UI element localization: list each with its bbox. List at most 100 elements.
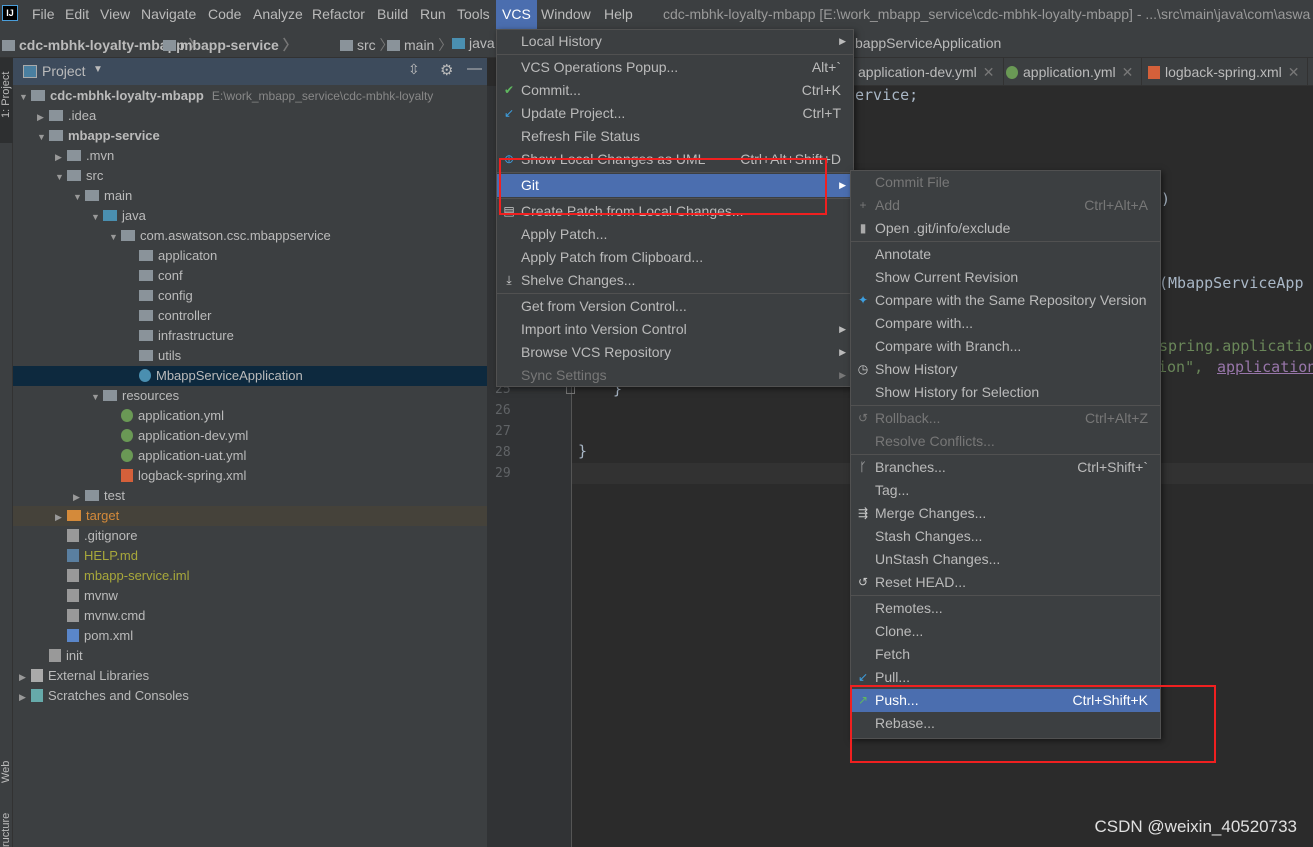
menu-item-compare-with[interactable]: Compare with...: [851, 312, 1160, 335]
gear-icon[interactable]: ⚙: [440, 61, 453, 79]
menu-run[interactable]: Run: [420, 6, 446, 22]
tree-item[interactable]: mvnw: [13, 586, 487, 606]
menu-item-merge-changes[interactable]: ⇶ Merge Changes...: [851, 502, 1160, 525]
structure-tool-button[interactable]: ructure: [0, 803, 13, 847]
menu-navigate[interactable]: Navigate: [141, 6, 196, 22]
menu-file[interactable]: File: [32, 6, 55, 22]
menu-item-tag[interactable]: Tag...: [851, 479, 1160, 502]
menu-refactor[interactable]: Refactor: [312, 6, 365, 22]
tree-item[interactable]: HELP.md: [13, 546, 487, 566]
expand-arrow-icon[interactable]: ▼: [37, 127, 49, 147]
editor-tab[interactable]: application.yml ✕: [998, 58, 1143, 86]
menu-item-import-into-version-control[interactable]: Import into Version Control ▶: [497, 318, 853, 341]
expand-arrow-icon[interactable]: ▼: [55, 167, 67, 187]
menu-item-local-history[interactable]: Local History ▶: [497, 30, 853, 53]
expand-arrow-icon[interactable]: ▼: [73, 187, 85, 207]
editor-tab[interactable]: application-dev.yml ✕: [850, 58, 1004, 86]
menu-view[interactable]: View: [100, 6, 130, 22]
tree-item[interactable]: mvnw.cmd: [13, 606, 487, 626]
tree-item[interactable]: pom.xml: [13, 626, 487, 646]
close-icon[interactable]: ✕: [1122, 64, 1134, 80]
menu-item-shelve-changes[interactable]: ⤓ Shelve Changes...: [497, 269, 853, 292]
menu-item-get-from-version-control[interactable]: Get from Version Control...: [497, 295, 853, 318]
breadcrumb-file[interactable]: bappServiceApplication: [855, 35, 1001, 51]
tree-item[interactable]: ▼ src: [13, 166, 487, 186]
expand-arrow-icon[interactable]: ▼: [91, 207, 103, 227]
tree-item[interactable]: applicaton: [13, 246, 487, 266]
menu-item-update-project[interactable]: ↙ Update Project... Ctrl+T: [497, 102, 853, 125]
tree-item[interactable]: init: [13, 646, 487, 666]
tree-item[interactable]: application-uat.yml: [13, 446, 487, 466]
collapse-arrow-icon[interactable]: ▶: [37, 107, 49, 127]
expand-arrow-icon[interactable]: ▼: [109, 227, 121, 247]
tree-item[interactable]: application.yml: [13, 406, 487, 426]
expand-arrow-icon[interactable]: ▼: [19, 87, 31, 107]
menu-item-compare-with-branch[interactable]: Compare with Branch...: [851, 335, 1160, 358]
menu-vcs[interactable]: VCS: [496, 0, 537, 29]
tree-item[interactable]: ▶ .mvn: [13, 146, 487, 166]
menu-item-reset-head[interactable]: ↺ Reset HEAD...: [851, 571, 1160, 594]
chevron-down-icon[interactable]: ▼: [93, 64, 103, 75]
menu-analyze[interactable]: Analyze: [253, 6, 303, 22]
tree-item[interactable]: ▼ java: [13, 206, 487, 226]
menu-item-refresh-file-status[interactable]: Refresh File Status: [497, 125, 853, 148]
menu-build[interactable]: Build: [377, 6, 408, 22]
collapse-arrow-icon[interactable]: ▶: [55, 507, 67, 527]
web-tool-button[interactable]: Web: [0, 748, 13, 788]
collapse-arrow-icon[interactable]: ▶: [19, 687, 31, 707]
tree-item[interactable]: mbapp-service.iml: [13, 566, 487, 586]
collapse-all-icon[interactable]: ⇳: [408, 61, 420, 78]
tree-item[interactable]: ▼ cdc-mbhk-loyalty-mbapp E:\work_mbapp_ser…: [13, 86, 487, 106]
menu-tools[interactable]: Tools: [457, 6, 490, 22]
menu-item-stash-changes[interactable]: Stash Changes...: [851, 525, 1160, 548]
menu-item-compare-with-the-same-repository-version[interactable]: ✦ Compare with the Same Repository Versio…: [851, 289, 1160, 312]
collapse-arrow-icon[interactable]: ▶: [55, 147, 67, 167]
tree-item[interactable]: ▶ test: [13, 486, 487, 506]
tree-item[interactable]: application-dev.yml: [13, 426, 487, 446]
breadcrumb-item[interactable]: java: [452, 35, 495, 51]
menu-item-commit[interactable]: ✔ Commit... Ctrl+K: [497, 79, 853, 102]
minimize-icon[interactable]: —: [467, 60, 482, 77]
tree-item[interactable]: ▶ target: [13, 506, 487, 526]
tree-item[interactable]: config: [13, 286, 487, 306]
breadcrumb-item[interactable]: mbapp-service 〉: [163, 35, 297, 55]
breadcrumb-item[interactable]: main 〉: [387, 35, 452, 55]
menu-item-apply-patch-from-clipboard[interactable]: Apply Patch from Clipboard...: [497, 246, 853, 269]
menu-item-show-history-for-selection[interactable]: Show History for Selection: [851, 381, 1160, 404]
menu-item-vcs-operations-popup[interactable]: VCS Operations Popup... Alt+`: [497, 56, 853, 79]
tree-item[interactable]: ▼ mbapp-service: [13, 126, 487, 146]
collapse-arrow-icon[interactable]: ▶: [73, 487, 85, 507]
menu-item-fetch[interactable]: Fetch: [851, 643, 1160, 666]
tree-item[interactable]: ▼ main: [13, 186, 487, 206]
editor-tab[interactable]: logback-spring.xml ✕: [1140, 58, 1309, 86]
tree-item[interactable]: conf: [13, 266, 487, 286]
menu-item-branches[interactable]: ᚴ Branches... Ctrl+Shift+`: [851, 456, 1160, 479]
collapse-arrow-icon[interactable]: ▶: [19, 667, 31, 687]
menu-item-apply-patch[interactable]: Apply Patch...: [497, 223, 853, 246]
menu-window[interactable]: Window: [541, 6, 591, 22]
tree-item[interactable]: infrastructure: [13, 326, 487, 346]
menu-item-show-current-revision[interactable]: Show Current Revision: [851, 266, 1160, 289]
tree-item[interactable]: controller: [13, 306, 487, 326]
menu-code[interactable]: Code: [208, 6, 241, 22]
menu-item-browse-vcs-repository[interactable]: Browse VCS Repository ▶: [497, 341, 853, 364]
menu-item-unstash-changes[interactable]: UnStash Changes...: [851, 548, 1160, 571]
tree-item[interactable]: ▶ Scratches and Consoles: [13, 686, 487, 706]
menu-edit[interactable]: Edit: [65, 6, 89, 22]
expand-arrow-icon[interactable]: ▼: [91, 387, 103, 407]
close-icon[interactable]: ✕: [983, 64, 995, 80]
tree-item[interactable]: .gitignore: [13, 526, 487, 546]
tree-item[interactable]: ▶ External Libraries: [13, 666, 487, 686]
tree-item[interactable]: ▶ .idea: [13, 106, 487, 126]
menu-item-show-history[interactable]: ◷ Show History: [851, 358, 1160, 381]
menu-item-annotate[interactable]: Annotate: [851, 243, 1160, 266]
tree-item[interactable]: ▼ resources: [13, 386, 487, 406]
project-view-selector[interactable]: Project: [42, 63, 86, 79]
tree-item[interactable]: ▼ com.aswatson.csc.mbappservice: [13, 226, 487, 246]
tree-item[interactable]: logback-spring.xml: [13, 466, 487, 486]
close-icon[interactable]: ✕: [1288, 64, 1300, 80]
breadcrumb-item[interactable]: src 〉: [340, 35, 394, 55]
menu-item-remotes[interactable]: Remotes...: [851, 597, 1160, 620]
project-tool-button[interactable]: 1: Project: [0, 58, 13, 143]
menu-help[interactable]: Help: [604, 6, 633, 22]
